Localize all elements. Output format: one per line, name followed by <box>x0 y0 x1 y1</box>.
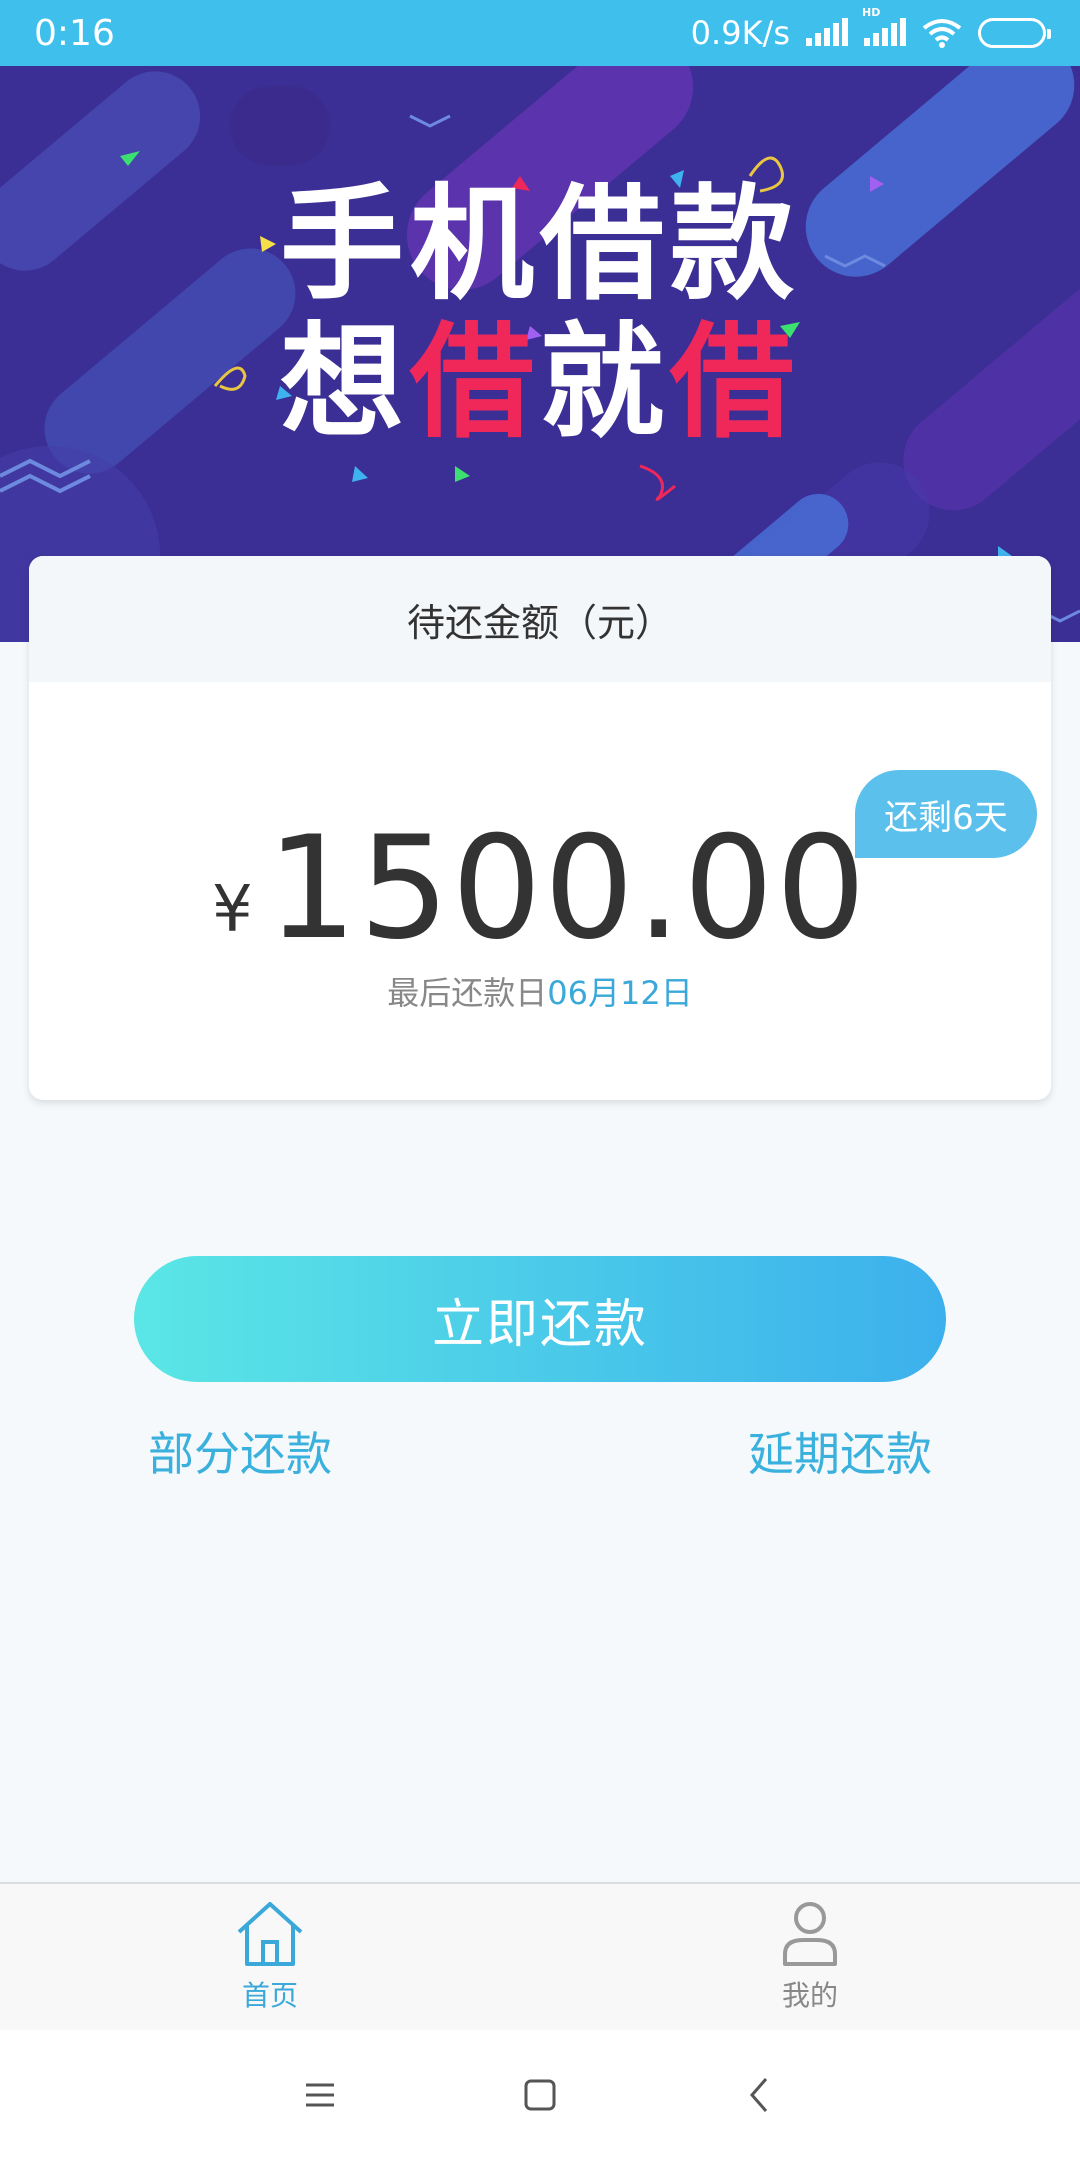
tab-mine-label: 我的 <box>781 1979 838 2012</box>
partial-repayment-link[interactable]: 部分还款 <box>148 1418 332 1484</box>
hd-label: HD <box>862 6 881 19</box>
due-date-value: 06月12日 <box>547 974 693 1012</box>
tab-home[interactable]: 首页 <box>0 1884 540 2030</box>
tab-mine[interactable]: 我的 <box>540 1884 1080 2030</box>
status-time: 0:16 <box>34 12 115 54</box>
status-icons: 0.9K/s HD 80 <box>690 6 1051 52</box>
back-icon[interactable] <box>740 2075 780 2115</box>
amount-value: 1500.00 <box>266 806 868 971</box>
signal-icon <box>806 18 848 46</box>
status-bar: 0:16 0.9K/s HD 80 <box>0 0 1080 66</box>
currency-symbol: ¥ <box>212 873 253 947</box>
extend-repayment-link[interactable]: 延期还款 <box>748 1418 932 1484</box>
card-header: 待还金额（元） <box>29 556 1051 682</box>
user-icon <box>783 1902 837 1966</box>
menu-icon[interactable] <box>300 2075 340 2115</box>
banner-line-1: 手机借款 <box>279 173 800 317</box>
home-icon <box>237 1902 303 1966</box>
bottom-tab-bar: 首页 我的 <box>0 1882 1080 2030</box>
pay-now-button[interactable]: 立即还款 <box>134 1256 946 1382</box>
amount-row: ¥1500.00 <box>29 806 1051 971</box>
banner-line-2: 想借就借 <box>279 311 801 455</box>
battery-level: 80 <box>998 21 1026 45</box>
battery-icon: 80 <box>978 18 1051 48</box>
hd-signal-icon: HD <box>862 6 906 46</box>
system-nav-bar <box>0 2030 1080 2160</box>
network-speed: 0.9K/s <box>690 14 790 52</box>
due-date-row: 最后还款日06月12日 <box>29 968 1051 1014</box>
repayment-card: 待还金额（元） 还剩6天 ¥1500.00 最后还款日06月12日 <box>29 556 1051 1100</box>
due-date-label: 最后还款日 <box>387 974 548 1012</box>
wifi-icon <box>922 19 962 48</box>
tab-home-label: 首页 <box>241 1979 298 2012</box>
banner-title: 手机借款 想借就借 <box>0 176 1080 452</box>
home-square-icon[interactable] <box>520 2075 560 2115</box>
